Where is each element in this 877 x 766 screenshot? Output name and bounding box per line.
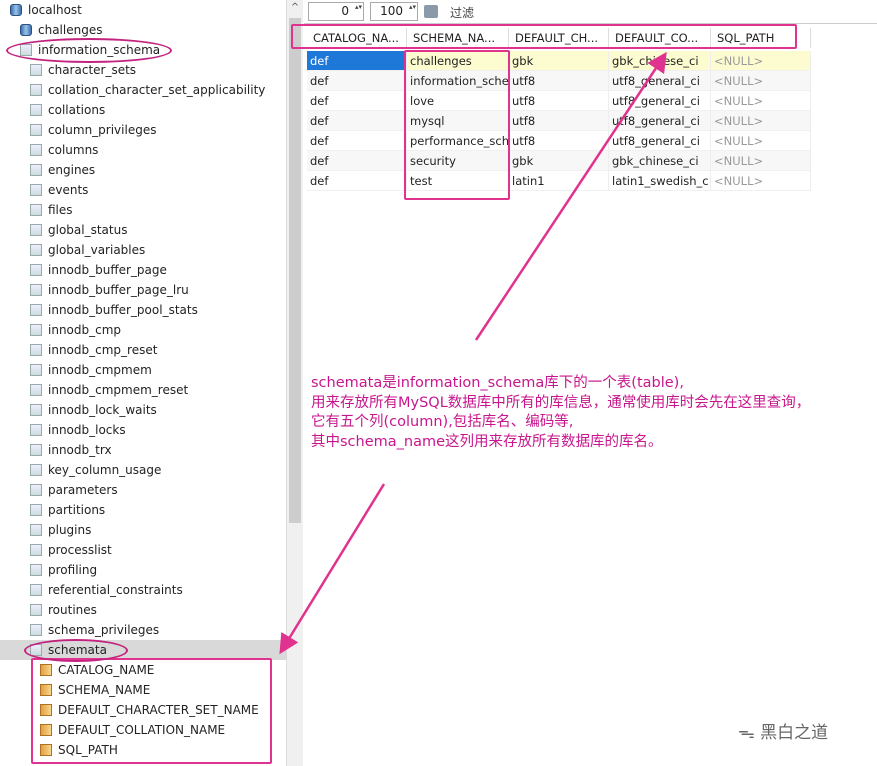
- annotation-line: 其中schema_name这列用来存放所有数据库的库名。: [311, 433, 663, 450]
- arrow-to-schema-table: [474, 51, 667, 341]
- annotation-text: schemata是information_schema库下的一个表(table)…: [311, 374, 810, 452]
- annotation-line: 用来存放所有MySQL数据库中所有的库信息，通常使用库时会先在这里查询，: [311, 394, 811, 411]
- annotation-line: schemata是information_schema库下的一个表(table)…: [311, 375, 684, 391]
- wechat-icon: ᯓ: [738, 723, 755, 743]
- arrow-to-schemata-node: [279, 483, 386, 655]
- watermark: ᯓ 黑白之道: [738, 718, 828, 743]
- annotation-line: 它有五个列(column),包括库名、编码等,: [311, 414, 574, 430]
- watermark-text: 黑白之道: [760, 723, 829, 743]
